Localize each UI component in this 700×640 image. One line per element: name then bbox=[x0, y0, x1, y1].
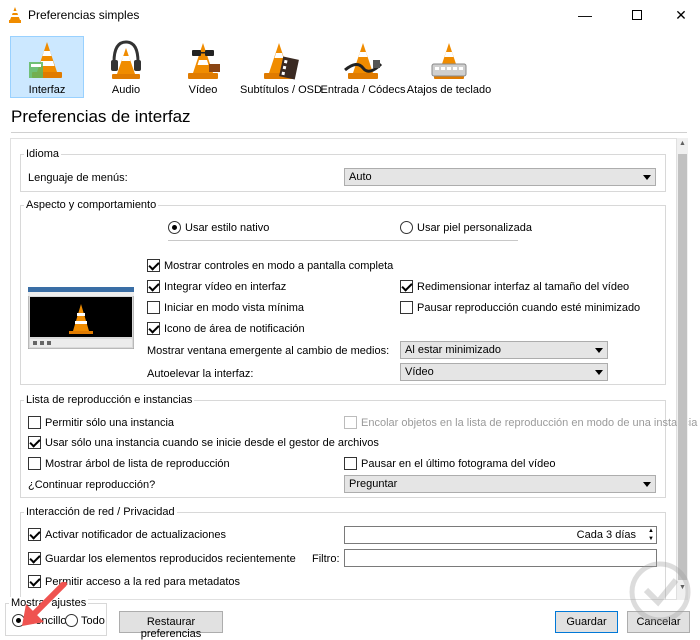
group-title: Interacción de red / Privacidad bbox=[24, 506, 177, 518]
annotation-arrow-icon bbox=[22, 582, 67, 626]
interface-preview-image bbox=[28, 287, 134, 349]
radio-label: Todo bbox=[81, 615, 105, 627]
continue-playback-label: ¿Continuar reproducción? bbox=[28, 479, 156, 491]
select-value: Preguntar bbox=[349, 478, 398, 490]
select-value: Auto bbox=[349, 171, 372, 183]
checkbox-label: Redimensionar interfaz al tamaño del víd… bbox=[417, 281, 630, 293]
checkbox-pause-last-frame[interactable] bbox=[344, 457, 357, 470]
minimize-button[interactable]: — bbox=[562, 0, 608, 30]
category-label: Entrada / Códecs bbox=[320, 84, 406, 96]
category-label: Atajos de teclado bbox=[406, 84, 492, 96]
scroll-up-icon[interactable]: ▲ bbox=[677, 140, 688, 152]
spinbox-value: Cada 3 días bbox=[576, 529, 636, 541]
checkbox-label: Mostrar controles en modo a pantalla com… bbox=[164, 260, 394, 272]
vlc-cone-headphones-icon bbox=[111, 40, 141, 79]
select-value: Vídeo bbox=[405, 366, 434, 378]
reset-preferences-button[interactable]: Restaurar preferencias bbox=[119, 611, 223, 640]
checkbox-label: Activar notificador de actualizaciones bbox=[45, 529, 226, 541]
checkbox-label: Pausar en el último fotograma del vídeo bbox=[361, 458, 556, 470]
chevron-down-icon bbox=[595, 370, 603, 375]
window-title: Preferencias simples bbox=[28, 8, 140, 22]
update-interval-spinbox[interactable]: Cada 3 días bbox=[344, 526, 657, 544]
filter-input[interactable] bbox=[344, 549, 657, 567]
spinbox-arrows-icon[interactable]: ▲ ▼ bbox=[646, 527, 656, 543]
checkbox-label: Encolar objetos en la lista de reproducc… bbox=[361, 417, 698, 429]
maximize-icon bbox=[632, 10, 642, 20]
radio-label: Usar estilo nativo bbox=[185, 222, 270, 234]
checkbox-minimal-view[interactable] bbox=[147, 301, 160, 314]
chevron-down-icon bbox=[595, 348, 603, 353]
checkbox-fullscreen-controls[interactable] bbox=[147, 259, 160, 272]
checkbox-label: Pausar reproducción cuando esté minimiza… bbox=[417, 302, 641, 314]
checkbox-one-instance-fm[interactable] bbox=[28, 436, 41, 449]
checkbox-label: Guardar los elementos reproducidos recie… bbox=[45, 553, 296, 565]
minimize-icon: — bbox=[578, 7, 592, 23]
checkbox-integrate-video[interactable] bbox=[147, 280, 160, 293]
vlc-cone-glasses-icon bbox=[188, 43, 220, 79]
category-atajos[interactable]: Atajos de teclado bbox=[407, 36, 491, 98]
category-subtitulos[interactable]: Subtítulos / OSD bbox=[240, 36, 322, 98]
group-title: Lista de reproducción e instancias bbox=[24, 394, 195, 406]
checkbox-label: Icono de área de notificación bbox=[164, 323, 305, 335]
page-title: Preferencias de interfaz bbox=[11, 107, 191, 126]
checkbox-label: Permitir acceso a la red para metadatos bbox=[45, 576, 241, 588]
checkbox-label: Usar sólo una instancia cuando se inicie… bbox=[45, 437, 379, 449]
autoraise-label: Autoelevar la interfaz: bbox=[147, 368, 254, 380]
checkbox-enqueue[interactable] bbox=[344, 416, 357, 429]
radio-custom-skin[interactable] bbox=[400, 221, 413, 234]
checkbox-playlist-tree[interactable] bbox=[28, 457, 41, 470]
vlc-cone-hotkeys-icon bbox=[431, 43, 467, 79]
vlc-cone-film-icon bbox=[264, 43, 299, 80]
menu-language-label: Lenguaje de menús: bbox=[28, 172, 128, 184]
divider bbox=[168, 240, 518, 241]
checkbox-update-notifier[interactable] bbox=[28, 528, 41, 541]
autoraise-select[interactable]: Vídeo bbox=[400, 363, 608, 381]
popup-label: Mostrar ventana emergente al cambio de m… bbox=[147, 345, 390, 357]
radio-native-style[interactable] bbox=[168, 221, 181, 234]
watermark-logo bbox=[629, 561, 691, 623]
save-button[interactable]: Guardar bbox=[555, 611, 618, 633]
group-title: Idioma bbox=[24, 148, 62, 160]
chevron-down-icon bbox=[643, 175, 651, 180]
popup-select[interactable]: Al estar minimizado bbox=[400, 341, 608, 359]
category-video[interactable]: Vídeo bbox=[166, 36, 240, 98]
divider bbox=[11, 132, 687, 133]
checkbox-label: Mostrar árbol de lista de reproducción bbox=[45, 458, 230, 470]
checkbox-label: Permitir sólo una instancia bbox=[45, 417, 175, 429]
category-audio[interactable]: Audio bbox=[89, 36, 163, 98]
vlc-cone-cable-icon bbox=[344, 43, 383, 79]
checkbox-label: Integrar vídeo en interfaz bbox=[164, 281, 287, 293]
checkbox-one-instance[interactable] bbox=[28, 416, 41, 429]
checkbox-label: Iniciar en modo vista mínima bbox=[164, 302, 304, 314]
category-label: Subtítulos / OSD bbox=[240, 84, 322, 96]
category-entrada[interactable]: Entrada / Códecs bbox=[321, 36, 406, 98]
filter-label: Filtro: bbox=[312, 553, 340, 565]
scrollbar-thumb[interactable] bbox=[678, 154, 687, 580]
continue-playback-select[interactable]: Preguntar bbox=[344, 475, 656, 493]
select-value: Al estar minimizado bbox=[405, 344, 501, 356]
menu-language-select[interactable]: Auto bbox=[344, 168, 656, 186]
maximize-button[interactable] bbox=[614, 0, 660, 30]
close-button[interactable]: ✕ bbox=[658, 0, 700, 30]
category-interfaz[interactable]: Interfaz bbox=[10, 36, 84, 98]
chevron-down-icon bbox=[643, 482, 651, 487]
close-icon: ✕ bbox=[675, 6, 687, 23]
checkbox-resize-interface[interactable] bbox=[400, 280, 413, 293]
vlc-app-icon bbox=[9, 7, 21, 23]
checkbox-save-recent[interactable] bbox=[28, 552, 41, 565]
checkbox-tray-icon[interactable] bbox=[147, 322, 160, 335]
checkbox-pause-minimized[interactable] bbox=[400, 301, 413, 314]
vlc-cone-interface-icon bbox=[29, 42, 62, 78]
radio-label: Usar piel personalizada bbox=[417, 222, 532, 234]
group-title: Aspecto y comportamiento bbox=[24, 199, 159, 211]
